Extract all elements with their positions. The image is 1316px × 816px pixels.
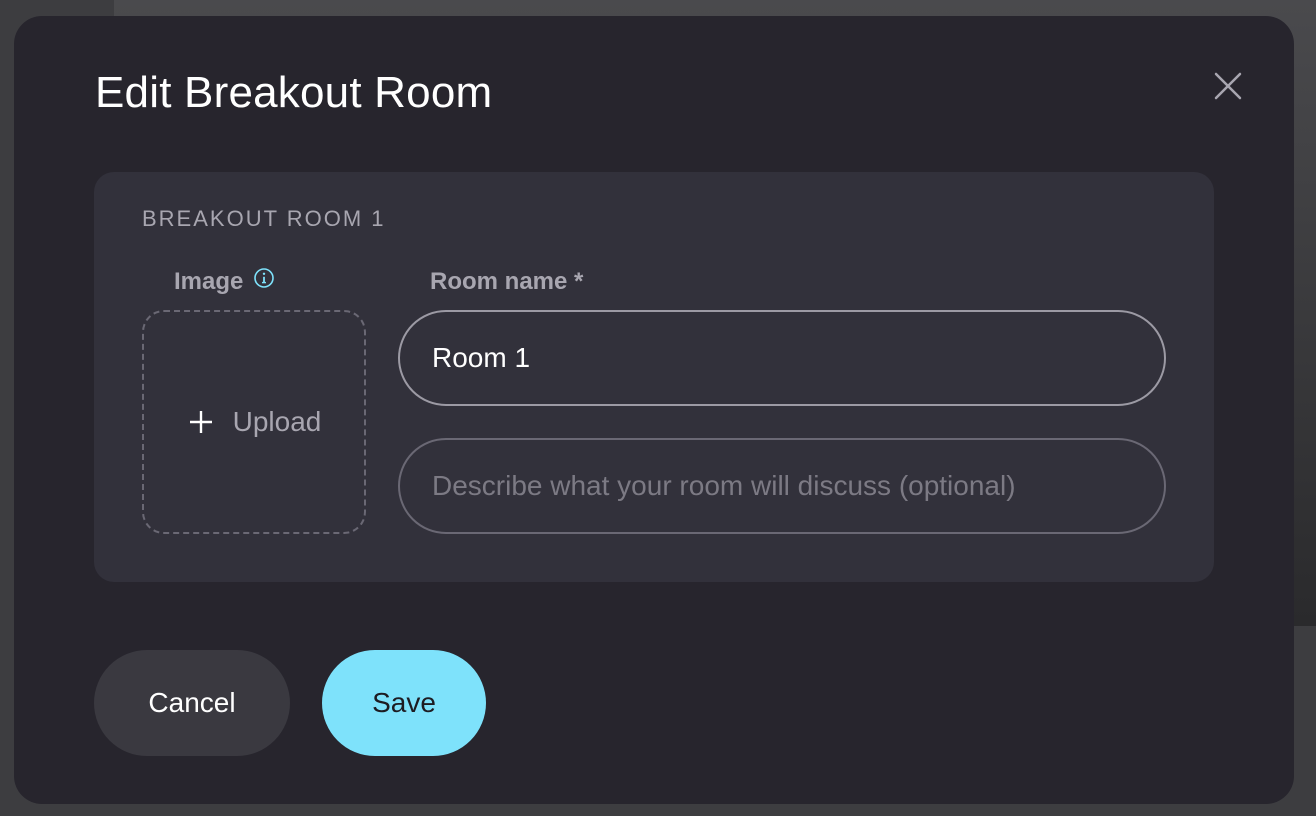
dialog-title: Edit Breakout Room <box>95 68 493 117</box>
room-description-input[interactable] <box>398 438 1166 534</box>
room-name-input[interactable] <box>398 310 1166 406</box>
room-heading: BREAKOUT ROOM 1 <box>142 206 386 231</box>
breakout-room-card: BREAKOUT ROOM 1 Image Upload Room name * <box>94 172 1214 582</box>
plus-icon <box>189 411 212 433</box>
info-icon[interactable] <box>253 267 275 289</box>
image-label-row: Image <box>174 268 275 296</box>
close-button[interactable] <box>1210 68 1246 104</box>
edit-breakout-room-dialog: Edit Breakout Room BREAKOUT ROOM 1 Image… <box>14 16 1294 804</box>
room-name-label: Room name * <box>430 268 584 295</box>
save-button[interactable]: Save <box>322 650 486 756</box>
image-label: Image <box>174 268 244 295</box>
cancel-button[interactable]: Cancel <box>94 650 290 756</box>
upload-label: Upload <box>232 406 322 437</box>
image-upload-button[interactable]: Upload <box>142 310 366 534</box>
close-icon <box>1214 72 1242 100</box>
